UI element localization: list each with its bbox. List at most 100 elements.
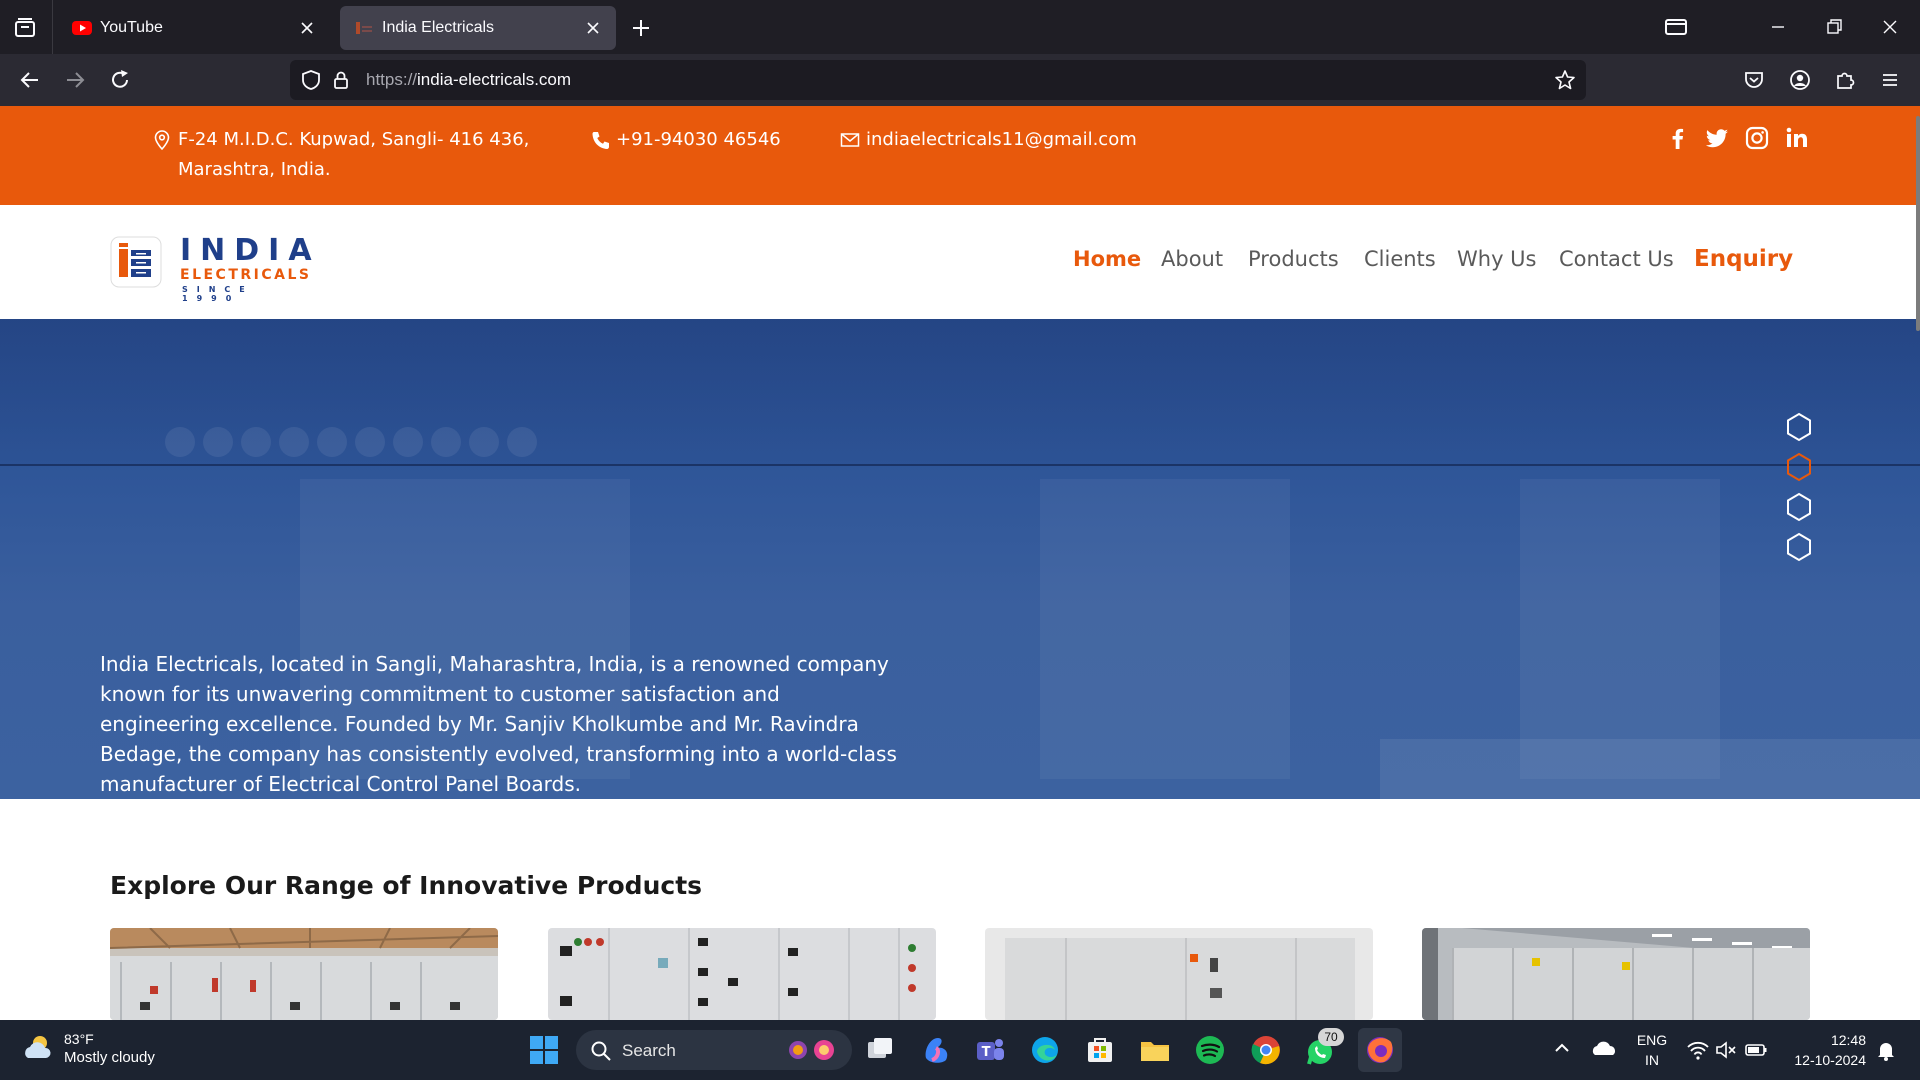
firefox-icon[interactable]	[1358, 1028, 1402, 1072]
lock-icon[interactable]	[330, 69, 352, 91]
products-section-title: Explore Our Range of Innovative Products	[110, 871, 703, 900]
linkedin-icon[interactable]	[1783, 124, 1811, 152]
weather-widget[interactable]: 83°F Mostly cloudy	[20, 1030, 155, 1068]
mail-icon	[840, 133, 860, 147]
tab-list-icon[interactable]	[12, 15, 38, 41]
onedrive-icon[interactable]	[1590, 1036, 1618, 1060]
address-line-1: F-24 M.I.D.C. Kupwad, Sangli- 416 436,	[178, 129, 530, 150]
close-window-icon[interactable]	[1876, 13, 1904, 41]
notification-bell-icon[interactable]	[1874, 1038, 1898, 1062]
email[interactable]: indiaelectricals11@gmail.com	[840, 125, 1137, 155]
minimize-icon[interactable]	[1764, 13, 1792, 41]
product-card[interactable]	[985, 928, 1373, 1020]
volume-muted-icon[interactable]	[1714, 1038, 1738, 1062]
slider-dot-hexagon-icon[interactable]	[1784, 412, 1814, 442]
copilot-icon[interactable]	[918, 1032, 954, 1068]
nav-about[interactable]: About	[1161, 247, 1223, 271]
reload-icon[interactable]	[106, 66, 134, 94]
extensions-icon[interactable]	[1831, 66, 1859, 94]
rangoli-highlight-icon	[789, 1040, 834, 1060]
nav-products[interactable]: Products	[1248, 247, 1339, 271]
logo-mark-icon	[110, 236, 162, 288]
weather-condition: Mostly cloudy	[64, 1049, 155, 1066]
email-address[interactable]: indiaelectricals11@gmail.com	[866, 125, 1137, 155]
chevron-up-icon[interactable]	[1550, 1036, 1574, 1060]
back-icon[interactable]	[16, 66, 44, 94]
tab-india-electricals[interactable]: India Electricals	[340, 6, 616, 50]
wifi-icon[interactable]	[1686, 1038, 1710, 1062]
battery-icon[interactable]	[1744, 1038, 1768, 1062]
system-clock[interactable]: 12:48 12-10-2024	[1782, 1030, 1866, 1070]
pocket-icon[interactable]	[1740, 66, 1768, 94]
nav-enquiry[interactable]: Enquiry	[1694, 246, 1793, 272]
phone[interactable]: +91-94030 46546	[590, 125, 781, 155]
nav-home[interactable]: Home	[1073, 247, 1141, 271]
hero-banner: India Electricals, located in Sangli, Ma…	[0, 319, 1920, 799]
url-host: india-electricals.com	[417, 70, 572, 89]
facebook-icon[interactable]	[1664, 124, 1692, 152]
clock-time: 12:48	[1830, 1032, 1866, 1048]
tab-title: YouTube	[100, 19, 163, 36]
logo-since: SINCE 1990	[182, 285, 254, 303]
address-bar[interactable]: https://india-electricals.com	[290, 60, 1586, 100]
youtube-icon	[72, 19, 92, 37]
taskbar-search[interactable]: Search	[576, 1030, 852, 1070]
url-text[interactable]: https://india-electricals.com	[366, 70, 571, 90]
partly-cloudy-icon	[25, 1036, 51, 1058]
task-view-icon[interactable]	[862, 1032, 898, 1068]
product-card[interactable]	[1422, 928, 1810, 1020]
language-indicator[interactable]: ENG IN	[1634, 1030, 1670, 1070]
edge-icon[interactable]	[1027, 1032, 1063, 1068]
product-image	[1422, 928, 1810, 1020]
whatsapp-badge: 70	[1318, 1028, 1344, 1046]
restore-icon[interactable]	[1820, 13, 1848, 41]
instagram-icon[interactable]	[1743, 124, 1771, 152]
taskbar: 83°F Mostly cloudy Search T 70 ENG IN 12…	[0, 1020, 1920, 1080]
chrome-icon[interactable]	[1248, 1032, 1284, 1068]
product-image	[985, 928, 1373, 1020]
list-all-tabs-icon[interactable]	[1662, 13, 1690, 41]
product-card[interactable]	[110, 928, 498, 1020]
browser-tab-bar: YouTube India Electricals	[0, 0, 1920, 54]
site-logo[interactable]: INDIA ELECTRICALS SINCE 1990	[110, 231, 321, 303]
slider-dot-hexagon-icon[interactable]	[1784, 532, 1814, 562]
phone-number[interactable]: +91-94030 46546	[616, 125, 781, 155]
hero-panel-knobs	[165, 427, 537, 457]
file-explorer-icon[interactable]	[1137, 1032, 1173, 1068]
contact-strip: F-24 M.I.D.C. Kupwad, Sangli- 416 436, M…	[0, 106, 1920, 205]
bookmark-star-icon[interactable]	[1554, 69, 1576, 91]
close-tab-icon[interactable]	[582, 17, 604, 39]
address-line-2: Marashtra, India.	[178, 159, 331, 180]
clock-date: 12-10-2024	[1794, 1052, 1866, 1068]
logo-subtitle: ELECTRICALS	[180, 267, 312, 283]
hero-bg-panel	[1520, 479, 1720, 779]
account-icon[interactable]	[1786, 66, 1814, 94]
windows-start-icon[interactable]	[526, 1032, 562, 1068]
slider-dot-hexagon-icon[interactable]	[1784, 492, 1814, 522]
shield-icon[interactable]	[300, 69, 322, 91]
site-icon	[354, 19, 374, 37]
twitter-icon[interactable]	[1703, 124, 1731, 152]
nav-clients[interactable]: Clients	[1364, 247, 1436, 271]
address: F-24 M.I.D.C. Kupwad, Sangli- 416 436, M…	[152, 125, 529, 185]
nav-why-us[interactable]: Why Us	[1457, 247, 1537, 271]
slider-dot-hexagon-icon-active[interactable]	[1784, 452, 1814, 482]
site-header: INDIA ELECTRICALS SINCE 1990 Home About …	[0, 205, 1920, 319]
nav-contact-us[interactable]: Contact Us	[1559, 247, 1674, 271]
page-scrollbar[interactable]	[1916, 116, 1920, 331]
teams-icon[interactable]: T	[972, 1032, 1008, 1068]
search-icon	[591, 1041, 611, 1061]
page-viewport: F-24 M.I.D.C. Kupwad, Sangli- 416 436, M…	[0, 106, 1920, 1020]
hero-divider	[0, 464, 1920, 466]
menu-icon[interactable]	[1876, 66, 1904, 94]
spotify-icon[interactable]	[1192, 1032, 1228, 1068]
store-icon[interactable]	[1082, 1032, 1118, 1068]
tab-youtube[interactable]: YouTube	[58, 6, 330, 50]
new-tab-icon[interactable]	[628, 15, 654, 41]
language-code: ENG	[1636, 1032, 1668, 1048]
logo-word: INDIA	[180, 233, 321, 268]
product-card[interactable]	[548, 928, 936, 1020]
close-tab-icon[interactable]	[296, 17, 318, 39]
forward-icon[interactable]	[61, 66, 89, 94]
product-image	[110, 928, 498, 1020]
